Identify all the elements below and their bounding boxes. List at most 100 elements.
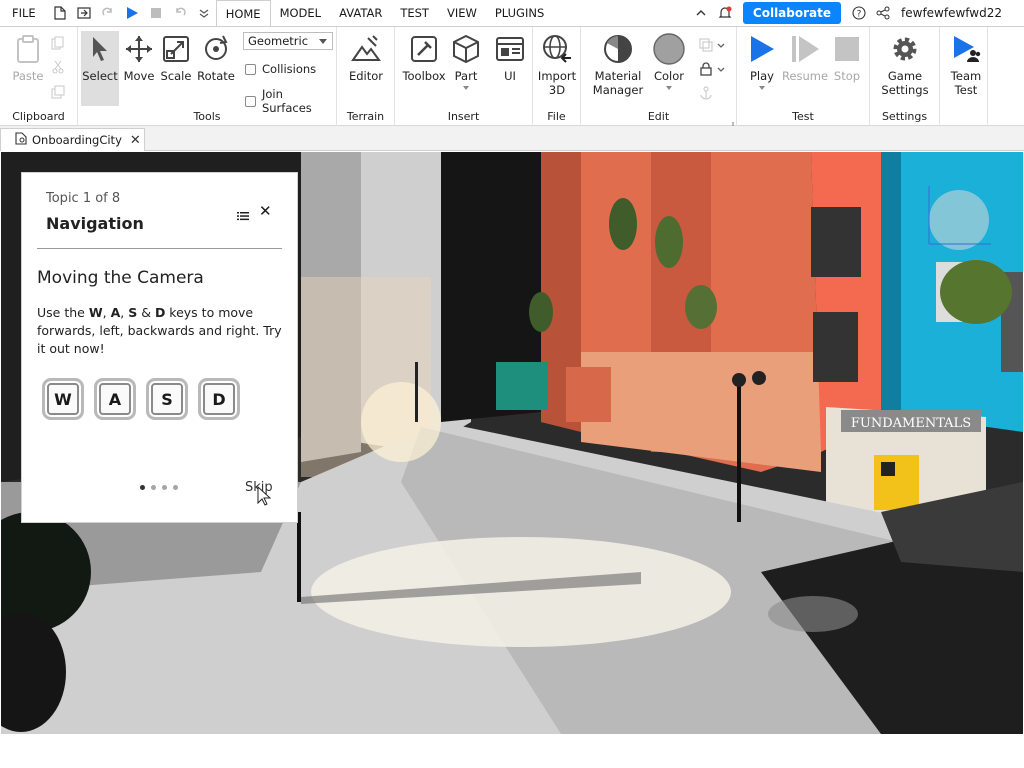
group-label-edit: Edit	[647, 110, 670, 123]
key-d: D	[198, 378, 240, 420]
page-dot[interactable]	[173, 485, 178, 490]
part-button[interactable]: Part	[451, 33, 481, 90]
card-divider	[37, 248, 282, 249]
move-button[interactable]: Move	[121, 33, 157, 83]
undo-icon[interactable]	[173, 6, 187, 20]
username[interactable]: fewfewfewfwd22	[901, 6, 1002, 20]
tutorial-title: Navigation	[46, 214, 144, 233]
stop-button[interactable]: Stop	[831, 33, 863, 83]
close-tab-icon[interactable]: ✕	[130, 133, 141, 148]
key-s: S	[146, 378, 188, 420]
tab-model[interactable]: MODEL	[271, 0, 331, 26]
document-tab-label: OnboardingCity	[32, 133, 122, 147]
ribbon: Paste Clipboard Select Move Scale Rotate…	[0, 26, 1024, 128]
globe-import-icon	[541, 33, 573, 65]
collisions-checkbox[interactable]	[245, 63, 256, 75]
group-insert: Toolbox Part UI Insert	[395, 27, 533, 126]
topic-list-icon[interactable]	[237, 206, 249, 225]
collaborate-button[interactable]: Collaborate	[742, 2, 842, 24]
copy-icon[interactable]	[51, 35, 65, 54]
tutorial-description: Use the W, A, S & D keys to move forward…	[37, 305, 282, 356]
group-label-clipboard: Clipboard	[12, 110, 65, 123]
stop-quick-icon[interactable]	[149, 6, 163, 20]
resume-button[interactable]: Resume	[782, 33, 828, 83]
toolbox-button[interactable]: Toolbox	[401, 33, 447, 83]
color-swatch-icon	[653, 33, 685, 65]
join-surfaces-checkbox[interactable]	[245, 95, 256, 107]
mouse-cursor-icon	[257, 485, 272, 510]
menu-right: Collaborate ? fewfewfewfwd22	[689, 0, 1024, 26]
tab-avatar[interactable]: AVATAR	[330, 0, 391, 26]
publish-icon[interactable]	[77, 6, 91, 20]
cut-icon[interactable]	[51, 59, 65, 78]
cube-icon	[450, 33, 482, 65]
page-dot[interactable]	[162, 485, 167, 490]
scale-button[interactable]: Scale	[158, 33, 194, 83]
duplicate-icon[interactable]	[51, 84, 65, 103]
play-quick-icon[interactable]	[125, 6, 139, 20]
wasd-keys: W A S D	[42, 378, 250, 420]
group-clipboard: Paste Clipboard	[0, 27, 78, 126]
paste-button[interactable]: Paste	[10, 33, 46, 83]
close-tutorial-icon[interactable]: ✕	[259, 202, 272, 220]
team-test-icon	[950, 33, 982, 65]
menu-bar: FILE HOME MODEL AVATAR TEST VIEW PLUGINS…	[0, 0, 1024, 27]
page-indicator	[140, 485, 184, 490]
cursor-icon	[84, 33, 116, 65]
transform-mode-dropdown[interactable]: Geometric	[243, 32, 333, 50]
tutorial-card: Topic 1 of 8 Navigation ✕ Moving the Cam…	[21, 172, 298, 523]
group-label-settings: Settings	[881, 110, 928, 123]
play-icon	[746, 33, 778, 65]
game-settings-button[interactable]: Game Settings	[881, 33, 929, 97]
paste-icon	[12, 33, 44, 65]
page-dot[interactable]	[151, 485, 156, 490]
menu-file[interactable]: FILE	[0, 0, 48, 26]
notification-bell-icon[interactable]	[718, 6, 732, 20]
group-edit: Material Manager Color Edit	[581, 27, 737, 128]
lock-icon[interactable]	[699, 61, 725, 80]
group-team-test: Team Test	[940, 27, 988, 126]
group-label-terrain: Terrain	[346, 110, 385, 123]
document-tab[interactable]: OnboardingCity ✕	[0, 128, 145, 151]
share-icon[interactable]	[876, 6, 890, 20]
tab-home[interactable]: HOME	[215, 0, 271, 27]
group-icon[interactable]	[699, 37, 725, 56]
document-tab-bar: OnboardingCity ✕	[0, 126, 1024, 151]
tab-view[interactable]: VIEW	[438, 0, 486, 26]
new-file-icon[interactable]	[53, 6, 67, 20]
color-caret-icon	[666, 86, 672, 90]
collisions-toggle[interactable]: Collisions	[245, 62, 316, 76]
color-button[interactable]: Color	[651, 33, 687, 90]
key-w: W	[42, 378, 84, 420]
help-icon[interactable]: ?	[852, 6, 866, 20]
group-settings: Game Settings Settings	[870, 27, 940, 126]
tab-test[interactable]: TEST	[391, 0, 438, 26]
place-file-icon	[15, 132, 27, 148]
stop-icon	[831, 33, 863, 65]
terrain-editor-button[interactable]: Editor	[347, 33, 385, 83]
import-3d-button[interactable]: Import 3D	[538, 33, 576, 97]
move-icon	[123, 33, 155, 65]
dropdown-caret-icon	[319, 39, 327, 44]
team-test-button[interactable]: Team Test	[946, 33, 986, 97]
select-button[interactable]: Select	[81, 31, 119, 106]
group-label-test: Test	[792, 110, 814, 123]
redo-icon[interactable]	[101, 6, 115, 20]
play-button[interactable]: Play	[745, 33, 779, 90]
group-tools: Select Move Scale Rotate Geometric Colli…	[78, 27, 337, 126]
terrain-icon	[350, 33, 382, 65]
material-icon	[602, 33, 634, 65]
page-dot[interactable]	[140, 485, 145, 490]
key-a: A	[94, 378, 136, 420]
collapse-ribbon-icon[interactable]	[694, 6, 708, 20]
tab-plugins[interactable]: PLUGINS	[486, 0, 553, 26]
part-caret-icon	[463, 86, 469, 90]
quick-access-chevron-icon[interactable]	[197, 6, 211, 20]
resume-icon	[789, 33, 821, 65]
anchor-icon[interactable]	[699, 85, 713, 104]
ui-button[interactable]: UI	[495, 33, 525, 83]
topic-counter: Topic 1 of 8	[46, 191, 121, 206]
rotate-button[interactable]: Rotate	[196, 33, 236, 83]
ui-window-icon	[494, 33, 526, 65]
material-manager-button[interactable]: Material Manager	[593, 33, 643, 97]
